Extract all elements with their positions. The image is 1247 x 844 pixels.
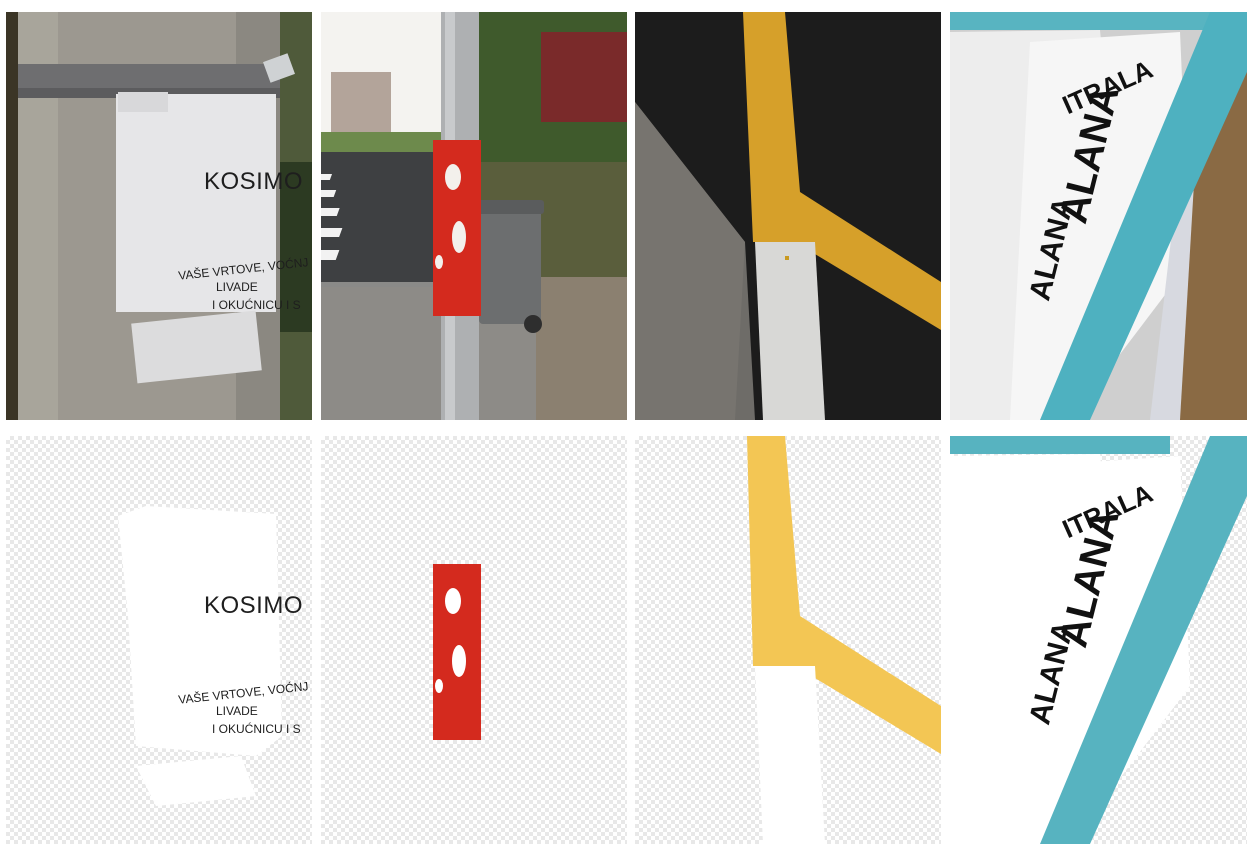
poster-line-3: I OKUĆNICU I S	[212, 298, 301, 312]
red-sticker-mask-shape	[433, 564, 481, 740]
mask-insulation: ALANA ITRALA ALANA	[950, 436, 1247, 844]
photo-insulation-packs: ALANA ITRALA ALANA	[950, 12, 1247, 420]
mask-poster-line-2: LIVADE	[216, 704, 258, 718]
photo-poster-pole: KOSIMO VAŠE VRTOVE, VOĆNJ LIVADE I OKUĆN…	[6, 12, 312, 420]
photo-red-pole	[321, 12, 627, 420]
photo-road-markings	[635, 12, 941, 420]
red-pole-scene	[321, 12, 627, 420]
poster-pole-scene	[6, 12, 312, 420]
mask-poster: KOSIMO VAŠE VRTOVE, VOĆNJ LIVADE I OKUĆN…	[6, 436, 312, 844]
road-lines-mask-shape	[747, 436, 941, 844]
mask-poster-title: KOSIMO	[204, 592, 304, 619]
mask-poster-line-3: I OKUĆNICU I S	[212, 722, 301, 736]
poster-line-2: LIVADE	[216, 280, 258, 294]
poster-mask-shape	[118, 506, 282, 806]
mask-road-lines	[635, 436, 941, 844]
mask-red-sticker	[321, 436, 627, 844]
poster-title: KOSIMO	[204, 168, 304, 195]
road-markings-scene	[635, 12, 941, 420]
